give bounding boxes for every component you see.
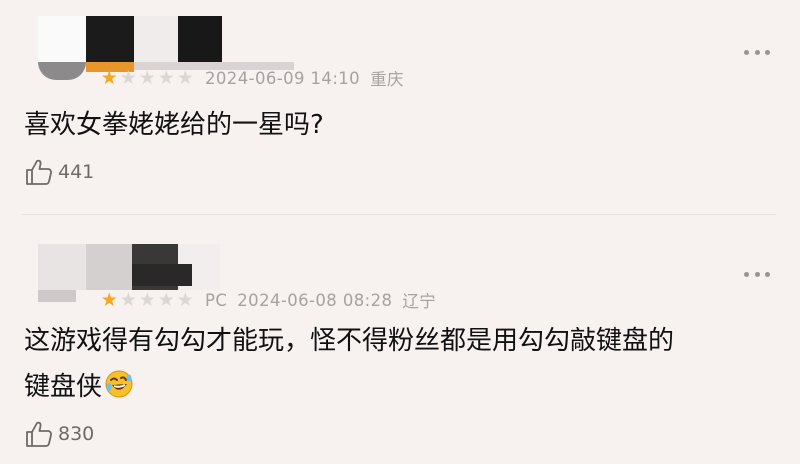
review-date: 2024-06-08 08:28 xyxy=(237,290,393,310)
like-button[interactable]: 441 xyxy=(24,158,94,186)
star-icon: ★ xyxy=(138,288,157,311)
rofl-emoji-icon xyxy=(104,368,134,414)
review-text-line: 键盘侠 xyxy=(24,364,770,414)
star-icon: ★ xyxy=(157,288,176,311)
thumbs-up-icon xyxy=(26,159,52,185)
star-rating: ★ ★ ★ ★ ★ xyxy=(100,288,195,311)
star-icon: ★ xyxy=(100,66,119,89)
review-meta: ★ ★ ★ ★ ★ PC 2024-06-08 08:28 辽宁 xyxy=(100,288,436,312)
review-text: 喜欢女拳姥姥给的一星吗? xyxy=(24,110,324,140)
thumbs-up-icon xyxy=(26,421,52,447)
star-icon: ★ xyxy=(157,66,176,89)
review-item: ★ ★ ★ ★ ★ PC 2024-06-08 08:28 辽宁 这游戏得有勾勾… xyxy=(0,214,800,464)
review-platform: PC xyxy=(205,290,228,310)
star-icon: ★ xyxy=(119,66,138,89)
review-meta: ★ ★ ★ ★ ★ 2024-06-09 14:10 重庆 xyxy=(100,66,404,90)
more-dot xyxy=(754,271,760,277)
more-dot xyxy=(765,49,770,55)
review-text-line: 这游戏得有勾勾才能玩，怪不得粉丝都是用勾勾敲键盘的 xyxy=(24,326,675,356)
more-dot xyxy=(744,49,749,55)
like-count: 830 xyxy=(58,423,95,445)
review-text: 这游戏得有勾勾才能玩，怪不得粉丝都是用勾勾敲键盘的 键盘侠 xyxy=(24,318,770,414)
star-icon: ★ xyxy=(138,66,157,89)
like-button[interactable]: 830 xyxy=(24,420,94,448)
more-dot xyxy=(754,49,760,55)
star-rating: ★ ★ ★ ★ ★ xyxy=(100,66,195,89)
star-icon: ★ xyxy=(119,288,138,311)
more-dot xyxy=(765,271,770,277)
review-location: 重庆 xyxy=(370,70,404,89)
review-date: 2024-06-09 14:10 xyxy=(205,68,361,88)
more-dot xyxy=(744,271,749,277)
star-icon: ★ xyxy=(176,288,195,311)
more-options-button[interactable] xyxy=(744,48,770,56)
review-location: 辽宁 xyxy=(402,292,437,311)
review-item: ★ ★ ★ ★ ★ 2024-06-09 14:10 重庆 喜欢女拳姥姥给的一星… xyxy=(0,0,800,214)
star-icon: ★ xyxy=(100,288,119,311)
star-icon: ★ xyxy=(176,66,195,89)
like-count: 441 xyxy=(58,161,95,183)
more-options-button[interactable] xyxy=(744,270,770,278)
